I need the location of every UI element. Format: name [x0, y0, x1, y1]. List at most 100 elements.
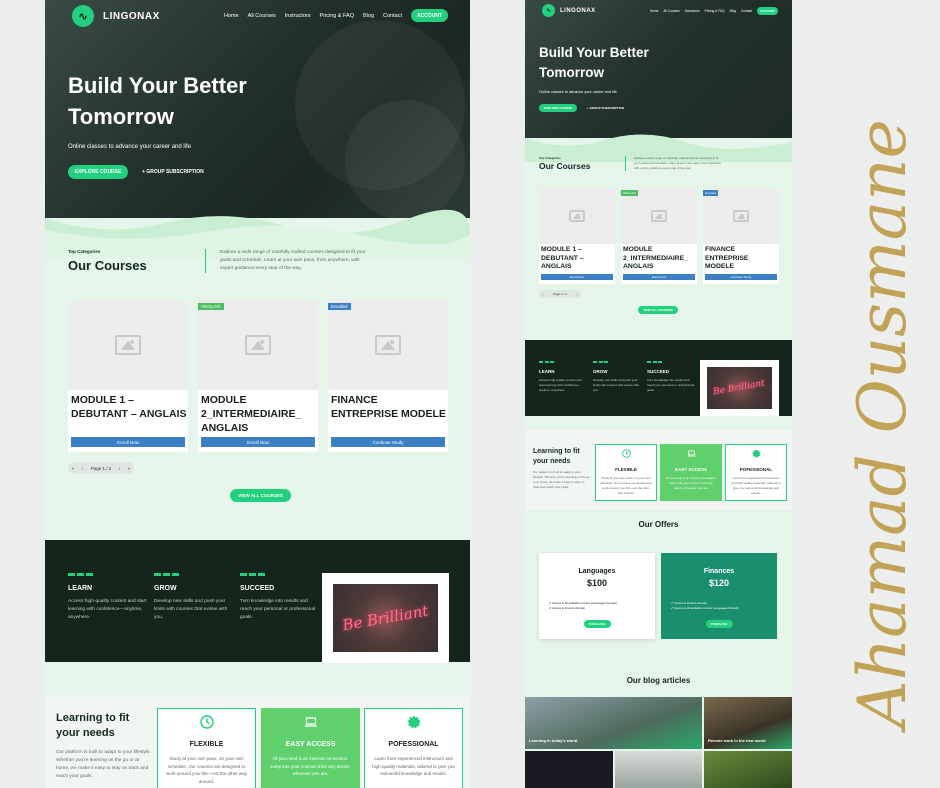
feature-title: POFESSIONAL — [388, 741, 439, 748]
prev-page-icon[interactable]: ‹ — [82, 466, 84, 471]
course-title[interactable]: MODULE 2_INTERMEDIAIRE_ ANGLAIS — [623, 246, 697, 272]
laptop-icon — [687, 450, 695, 457]
course-image-placeholder — [68, 300, 188, 390]
feature-flexible: FLEXIBLE Study at your own pace, on your… — [595, 444, 657, 501]
blog-post-title[interactable]: Learning in today's world — [529, 738, 577, 743]
first-page-icon[interactable]: « — [72, 466, 75, 471]
purchase-button[interactable]: PURCHASE — [705, 620, 733, 628]
nav-all-courses[interactable]: All Courses — [248, 13, 276, 19]
blog-post-card[interactable]: Learning in today's world — [525, 697, 702, 749]
dash-decoration — [539, 361, 587, 363]
offer-feature: ✔ Access to Finance Domain — [549, 606, 586, 610]
neon-text: Be Brilliant — [713, 378, 766, 398]
next-page-icon[interactable]: › — [576, 292, 577, 296]
portfolio-canvas: ∿ LINGONAX Home All Courses Instructors … — [0, 0, 940, 788]
pillars-section: LEARN Access high-quality content and st… — [525, 340, 792, 416]
group-subscription-label: GROUP SUBSCRIPTION — [589, 106, 625, 110]
enrolled-badge: Enrolled — [328, 303, 351, 310]
nav-contact[interactable]: Contact — [383, 13, 402, 19]
feature-easy-access: EASY ACCESS All you need is an internet … — [261, 708, 360, 788]
group-subscription-link[interactable]: + GROUP SUBSCRIPTION — [587, 106, 624, 110]
course-card[interactable]: MODULE 1 – DEBUTANT – ANGLAIS Enroll Now — [68, 300, 188, 452]
continue-study-button[interactable]: Continue Study — [705, 274, 777, 280]
main-menu: Home All Courses Instructors Pricing & F… — [224, 9, 448, 22]
next-page-icon[interactable]: › — [119, 466, 121, 471]
feature-easy-access: EASY ACCESS All you need is an internet … — [660, 444, 722, 501]
dash-decoration — [154, 573, 234, 576]
course-cards: MODULE 1 – DEBUTANT – ANGLAIS Enroll Now… — [539, 188, 779, 284]
pillar-text: Develop new skills and push your limits … — [154, 598, 228, 620]
pillar-text: Develop new skills and push your limits … — [593, 377, 639, 392]
image-icon — [733, 210, 749, 222]
course-image-placeholder — [539, 188, 615, 244]
blog-post-card[interactable] — [525, 751, 613, 788]
view-all-courses-button[interactable]: VIEW ALL COURSES — [638, 306, 678, 314]
hero-section: ∿ LINGONAX Home All Courses Instructors … — [45, 0, 470, 220]
image-icon — [245, 335, 271, 355]
neon-text: Be Brilliant — [341, 601, 430, 635]
course-card[interactable]: MODULE 1 – DEBUTANT – ANGLAIS Enroll Now — [539, 188, 615, 284]
prev-page-icon[interactable]: ‹ — [543, 292, 544, 296]
course-card[interactable]: Enrolled FINANCE ENTREPRISE MODELE Conti… — [328, 300, 448, 452]
course-card[interactable]: ANGLAIS MODULE 2_INTERMEDIAIRE_ ANGLAIS … — [621, 188, 697, 284]
nav-instructors[interactable]: Instructors — [685, 9, 700, 13]
pillar-learn: LEARN Access high-quality content and st… — [68, 573, 148, 622]
blog-post-card[interactable]: Remote work in the new world — [704, 697, 792, 749]
feature-text: Study at your own pace, on your own sche… — [600, 476, 652, 495]
feature-professional: POFESSIONAL Learn from experienced instr… — [725, 444, 787, 501]
continue-study-button[interactable]: Continue Study — [331, 437, 445, 447]
fit-section: Learning to fit your needs Our platform … — [45, 696, 470, 788]
explore-course-button[interactable]: EXPLORE COURSE — [68, 165, 128, 179]
nav-contact[interactable]: Contact — [741, 9, 752, 13]
enroll-button[interactable]: Enroll Now — [71, 437, 185, 447]
pillar-learn: LEARN Access high-quality content and st… — [539, 361, 587, 393]
pillar-grow: GROW Develop new skills and push your li… — [154, 573, 234, 622]
group-subscription-link[interactable]: + GROUP SUBSCRIPTION — [142, 169, 204, 175]
offer-features: ✔ Access to Finance Domain ✔ Access to a… — [671, 601, 777, 611]
website-mockup-full: ∿ LINGONAX Home All Courses Instructors … — [525, 0, 792, 788]
offer-price: $120 — [708, 578, 730, 588]
site-logo[interactable]: ∿ LINGONAX — [542, 4, 596, 17]
offer-feature: ✔ Access to all available courses (Langu… — [671, 606, 739, 610]
image-icon — [375, 335, 401, 355]
course-card[interactable]: Enrolled FINANCE ENTREPRISE MODELE Conti… — [703, 188, 779, 284]
account-button[interactable]: ACCOUNT — [757, 7, 778, 15]
nav-blog[interactable]: Blog — [730, 9, 736, 13]
enroll-button[interactable]: Enroll Now — [201, 437, 315, 447]
nav-pricing[interactable]: Pricing & FAQ — [319, 13, 354, 19]
course-title[interactable]: FINANCE ENTREPRISE MODELE — [331, 393, 447, 421]
blog-post-card[interactable] — [704, 751, 792, 788]
offer-card-finances: Finances $120 ✔ Access to Finance Domain… — [661, 553, 777, 639]
feature-text: All you need is an internet connection. … — [665, 476, 717, 490]
feature-text: Study at your own pace, on your own sche… — [166, 756, 247, 784]
pulse-icon: ∿ — [72, 5, 94, 27]
course-title[interactable]: MODULE 1 – DEBUTANT – ANGLAIS — [541, 246, 615, 272]
feature-flexible: FLEXIBLE Study at your own pace, on your… — [157, 708, 256, 788]
site-logo[interactable]: ∿ LINGONAX — [72, 5, 160, 27]
explore-course-button[interactable]: EXPLORE COURSE — [539, 104, 577, 112]
account-button[interactable]: ACCOUNT — [411, 9, 448, 22]
nav-home[interactable]: Home — [650, 9, 659, 13]
feature-text: Learn from experienced instructors and h… — [731, 476, 781, 495]
view-all-courses-button[interactable]: VIEW ALL COURSES — [230, 489, 291, 502]
pulse-icon: ∿ — [542, 4, 555, 17]
last-page-icon[interactable]: » — [128, 466, 131, 471]
nav-blog[interactable]: Blog — [363, 13, 374, 19]
course-title[interactable]: MODULE 2_INTERMEDIAIRE_ ANGLAIS — [201, 393, 317, 435]
course-card[interactable]: ANGLAIS MODULE 2_INTERMEDIAIRE_ ANGLAIS … — [198, 300, 318, 452]
blog-post-title[interactable]: Remote work in the new world — [708, 738, 766, 743]
nav-all-courses[interactable]: All Courses — [663, 9, 679, 13]
purchase-button[interactable]: PURCHASE — [583, 620, 611, 628]
nav-home[interactable]: Home — [224, 13, 239, 19]
blog-post-card[interactable] — [615, 751, 702, 788]
enroll-button[interactable]: Enroll Now — [623, 274, 695, 280]
enroll-button[interactable]: Enroll Now — [541, 274, 613, 280]
feature-title: EASY ACCESS — [285, 741, 336, 748]
course-title[interactable]: FINANCE ENTREPRISE MODELE — [705, 246, 779, 272]
hero-subtitle: Online classes to advance your career an… — [539, 90, 617, 94]
course-title[interactable]: MODULE 1 – DEBUTANT – ANGLAIS — [71, 393, 187, 421]
nav-instructors[interactable]: Instructors — [285, 13, 311, 19]
laptop-icon — [304, 717, 317, 727]
nav-pricing[interactable]: Pricing & FAQ — [705, 9, 725, 13]
neon-sign-image: Be Brilliant — [322, 573, 449, 663]
